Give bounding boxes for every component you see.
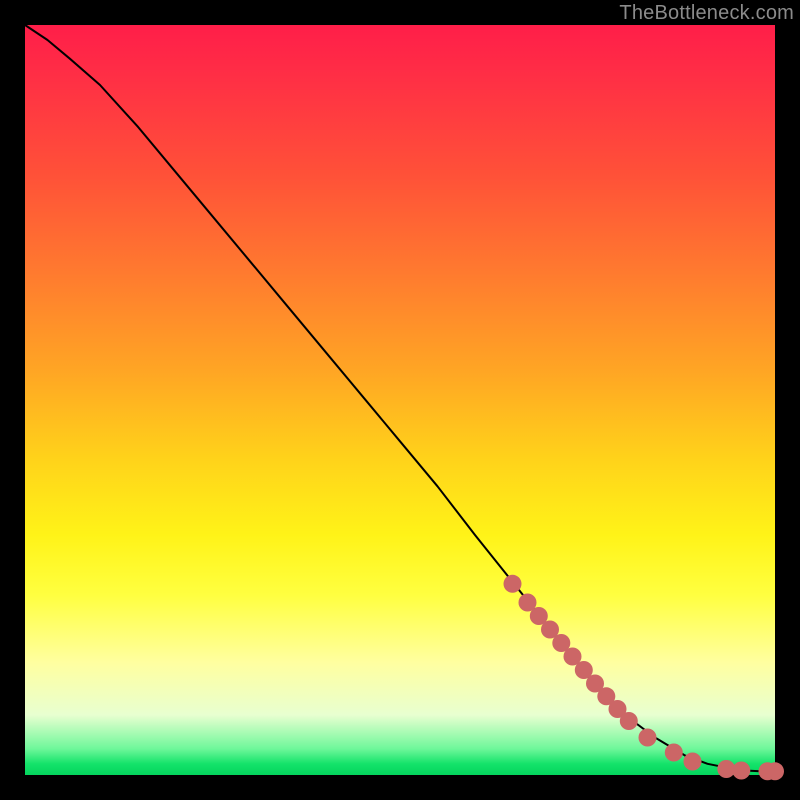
chart-frame: TheBottleneck.com xyxy=(0,0,800,800)
data-point xyxy=(766,762,784,780)
data-point xyxy=(504,575,522,593)
watermark-label: TheBottleneck.com xyxy=(619,2,794,25)
data-point xyxy=(732,762,750,780)
data-point xyxy=(620,712,638,730)
data-point xyxy=(639,729,657,747)
data-points xyxy=(504,575,785,781)
data-point xyxy=(665,744,683,762)
data-point xyxy=(684,753,702,771)
chart-overlay xyxy=(25,25,775,775)
bottleneck-curve xyxy=(25,25,775,771)
